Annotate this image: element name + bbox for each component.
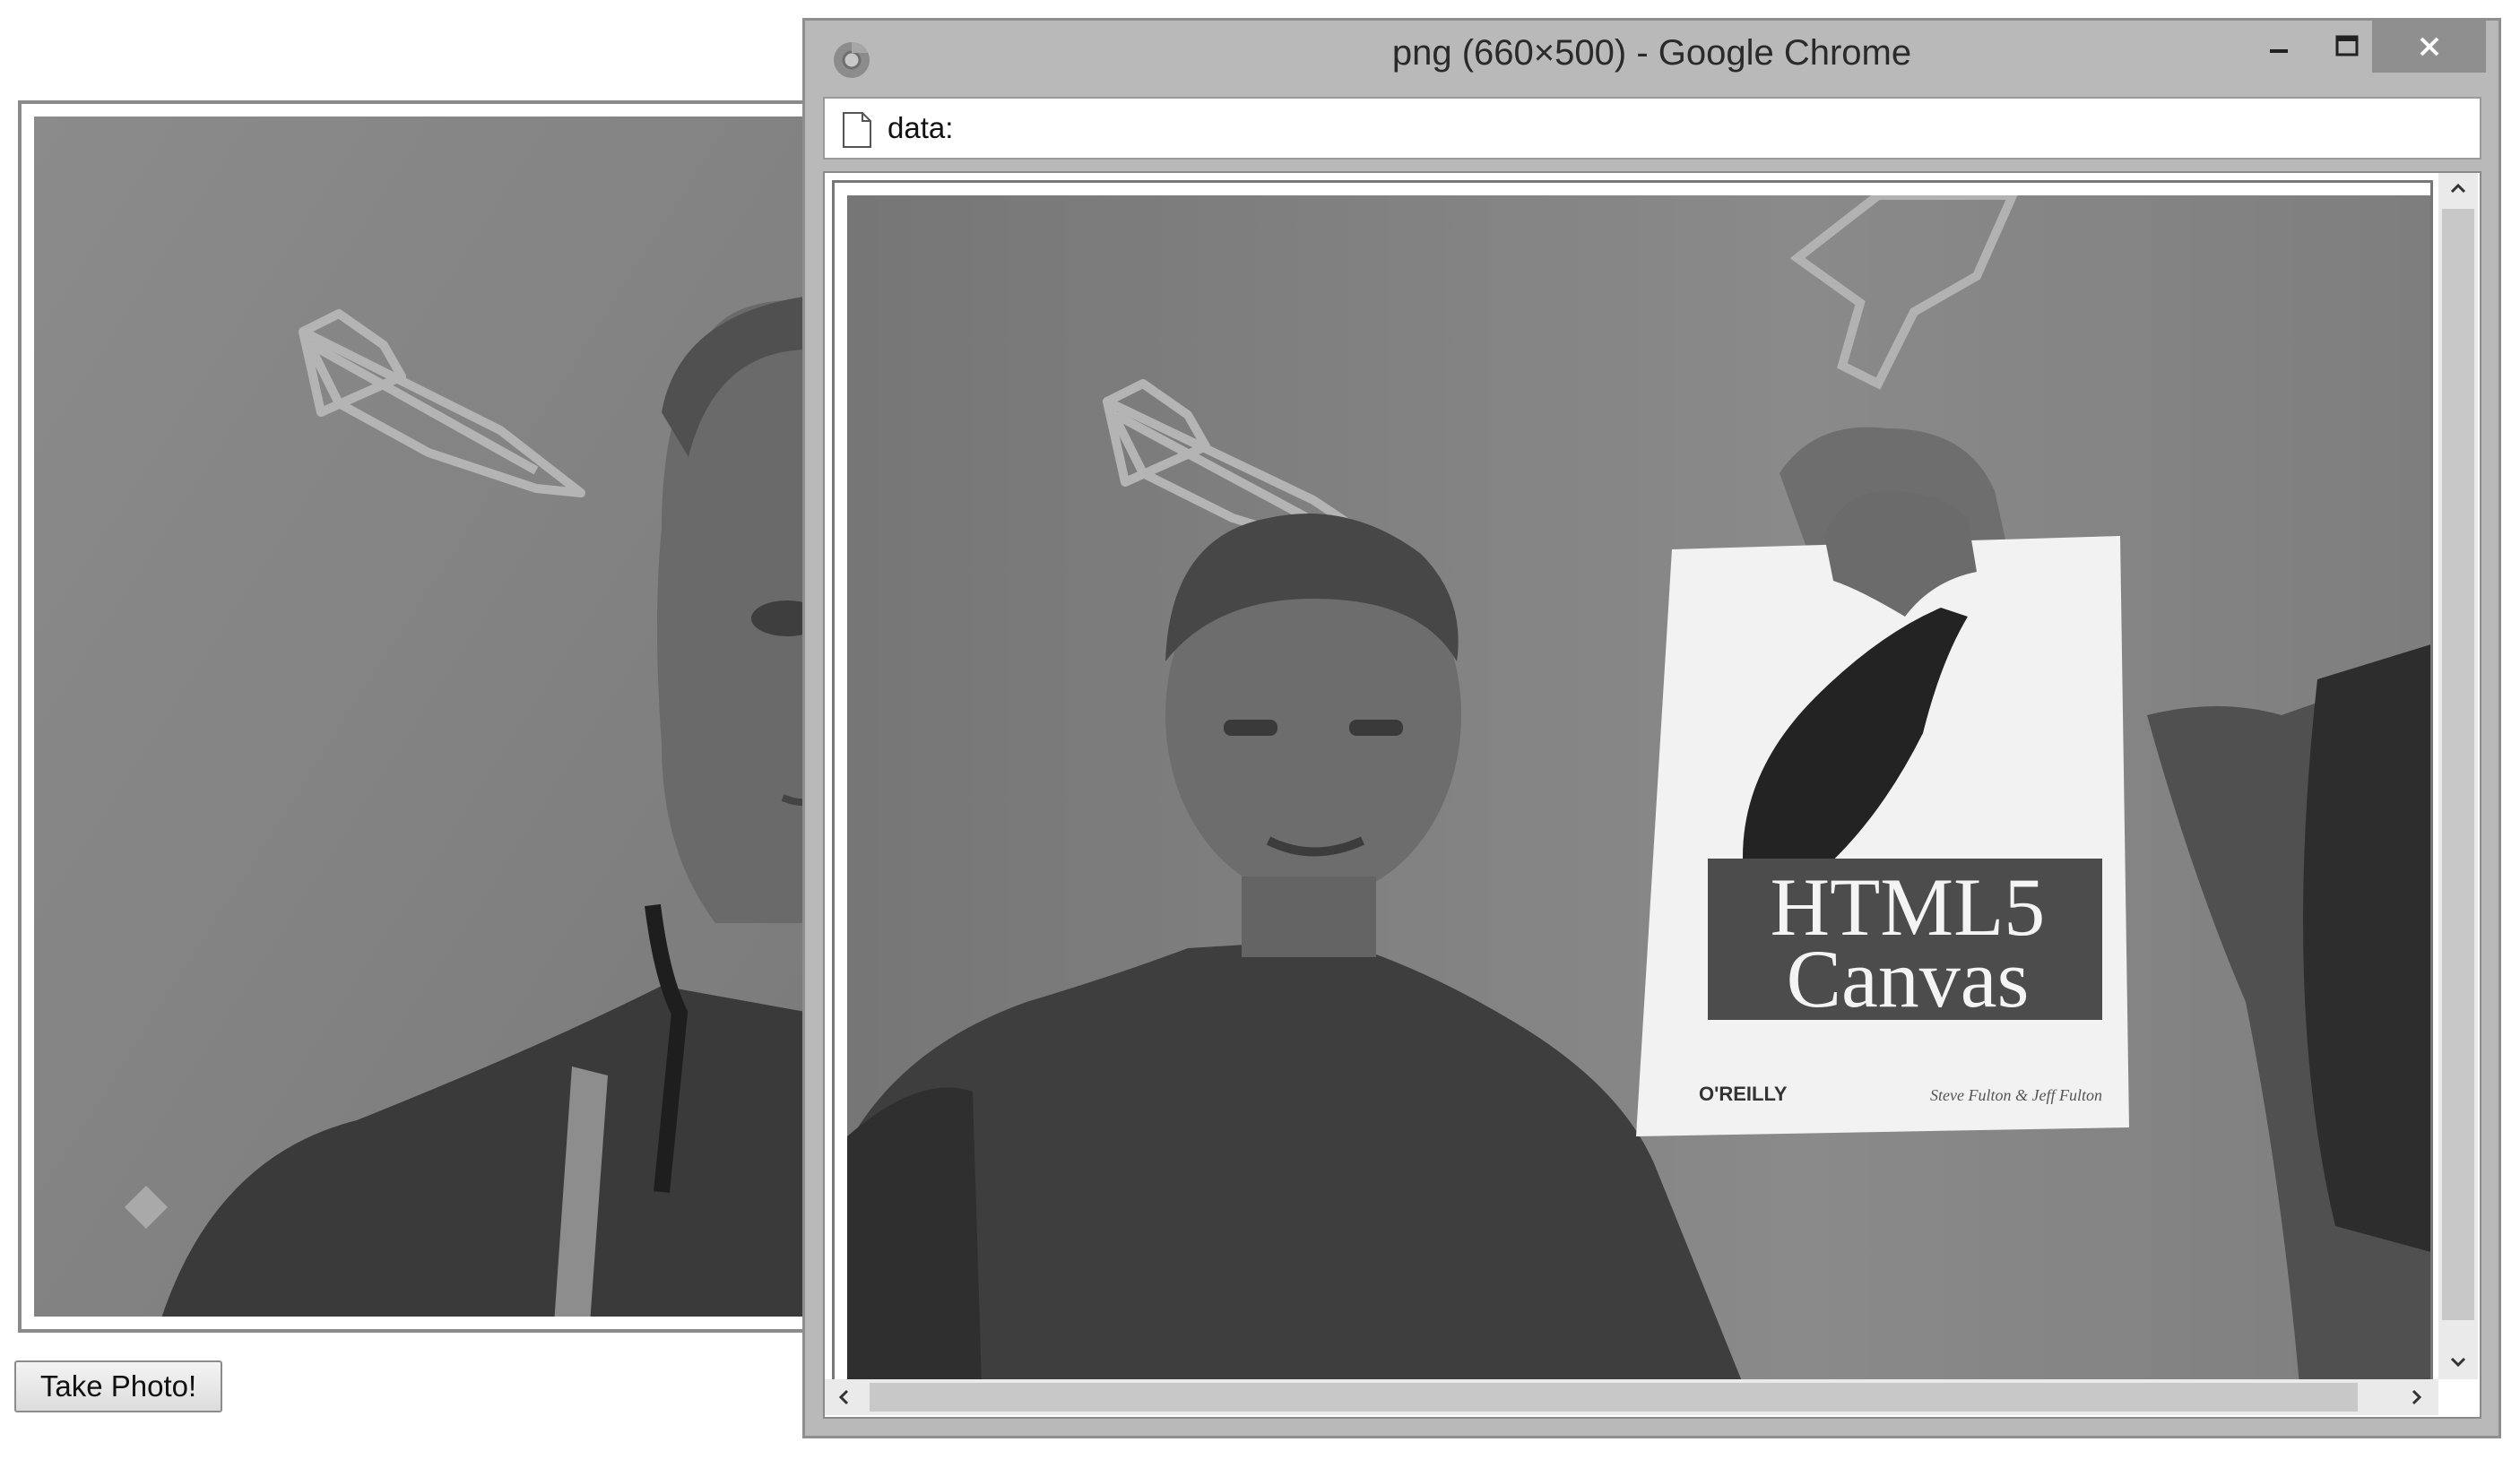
window-title: png (660×500) - Google Chrome [1391,33,1912,73]
captured-image-frame: HTML5 Canvas O'REILLY Steve Fulton & Jef… [832,180,2433,1386]
scroll-right-icon[interactable] [2407,1388,2425,1406]
book-cover [1636,536,2129,1136]
book-title-line2: Canvas [1787,933,2030,1024]
address-bar[interactable]: data: [823,97,2481,160]
horizontal-scroll-thumb[interactable] [870,1383,2358,1412]
page-viewport: HTML5 Canvas O'REILLY Steve Fulton & Jef… [823,171,2481,1419]
close-button[interactable] [2372,21,2486,73]
take-photo-button[interactable]: Take Photo! [14,1360,222,1412]
chrome-window: png (660×500) - Google Chrome data: HTML… [802,18,2501,1438]
webcam-image [34,117,803,1317]
book-authors: Steve Fulton & Jeff Fulton [1930,1086,2102,1104]
title-bar[interactable]: png (660×500) - Google Chrome [805,21,2498,97]
minimize-icon [2270,49,2288,53]
maximize-button[interactable] [2315,21,2379,73]
scroll-up-icon[interactable] [2449,180,2467,198]
horizontal-scrollbar[interactable] [825,1379,2438,1415]
minimize-button[interactable] [2247,21,2311,73]
url-text[interactable]: data: [888,111,953,145]
scroll-left-icon[interactable] [836,1388,853,1406]
close-icon [2420,37,2438,56]
vertical-scrollbar[interactable] [2438,173,2478,1379]
page-icon [843,112,871,148]
vertical-scroll-thumb[interactable] [2442,209,2474,1320]
scroll-down-icon[interactable] [2449,1352,2467,1370]
webcam-video [18,100,807,1333]
book-publisher: O'REILLY [1699,1083,1788,1105]
captured-photo: HTML5 Canvas O'REILLY Steve Fulton & Jef… [847,195,2430,1384]
webcam-feed [34,117,803,1317]
maximize-icon [2335,35,2359,56]
